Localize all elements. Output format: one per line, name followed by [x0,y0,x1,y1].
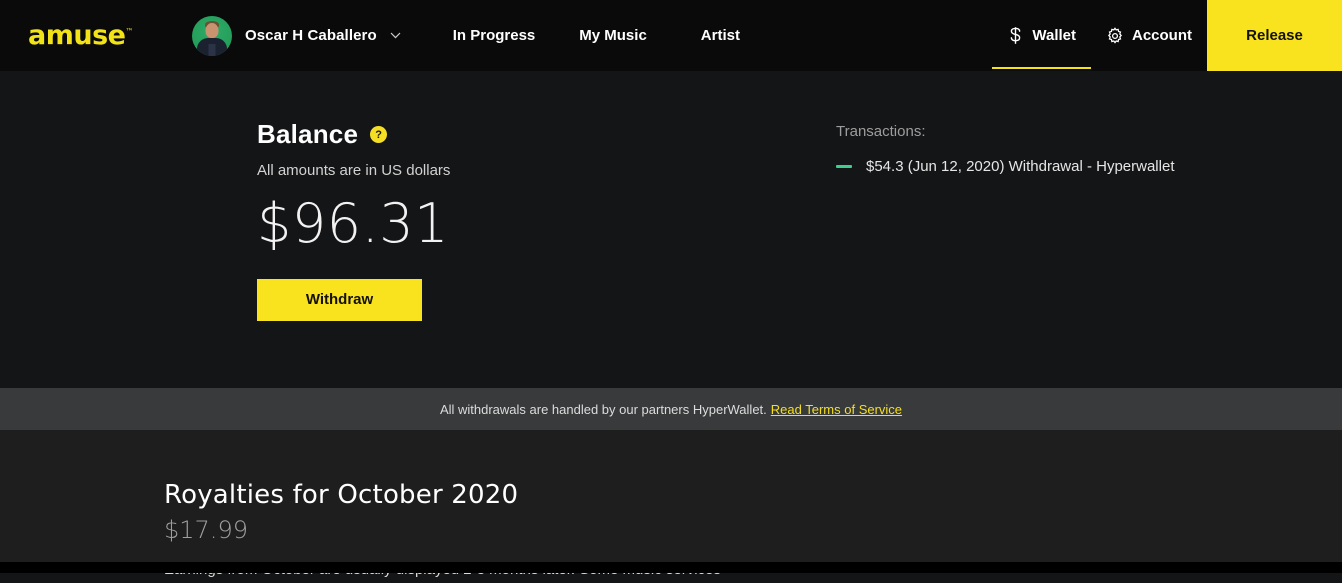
balance-amount: $96.31 [257,192,449,255]
transaction-text: $54.3 (Jun 12, 2020) Withdrawal - Hyperw… [866,158,1175,175]
main-navigation: In Progress My Music Artist [437,27,756,44]
secondary-navigation: Wallet Account Release [992,0,1342,71]
nav-account-label: Account [1132,27,1192,44]
transactions-heading: Transactions: [836,123,926,140]
nav-artist[interactable]: Artist [685,27,756,44]
amuse-logo[interactable]: amuse™ [28,22,133,49]
nav-wallet[interactable]: Wallet [992,0,1091,71]
logo-text: amuse [28,20,126,51]
royalties-amount: $17.99 [164,516,248,544]
royalties-section: Royalties for October 2020 $17.99 Earnin… [0,430,1342,578]
withdraw-button[interactable]: Withdraw [257,278,422,321]
terms-text: All withdrawals are handled by our partn… [439,401,767,417]
terms-banner: All withdrawals are handled by our partn… [0,388,1342,430]
top-navigation-bar: amuse™ Oscar H Caballero In Progress My … [0,0,1342,71]
avatar [191,15,232,56]
balance-section: Balance ? All amounts are in US dollars … [0,71,1342,388]
logo-trademark: ™ [125,27,133,36]
nav-in-progress[interactable]: In Progress [437,27,552,44]
terms-of-service-link[interactable]: Read Terms of Service [771,402,902,417]
nav-account[interactable]: Account [1091,0,1207,71]
user-name-label: Oscar H Caballero [244,27,377,44]
royalties-title: Royalties for October 2020 [164,480,519,510]
balance-heading: Balance [257,119,359,149]
transactions-list: $54.3 (Jun 12, 2020) Withdrawal - Hyperw… [836,158,1174,175]
release-button[interactable]: Release [1207,0,1342,71]
balance-subtitle: All amounts are in US dollars [257,162,451,179]
bottom-bar [0,562,1342,573]
minus-icon [836,165,852,168]
gear-icon [1106,26,1124,45]
chevron-down-icon [390,32,401,39]
user-account-switcher[interactable]: Oscar H Caballero [191,15,401,56]
nav-my-music[interactable]: My Music [563,27,663,44]
transaction-row: $54.3 (Jun 12, 2020) Withdrawal - Hyperw… [836,158,1174,175]
help-icon[interactable]: ? [370,126,388,143]
dollar-icon [1007,26,1024,45]
transactions-panel: Transactions: $54.3 (Jun 12, 2020) Withd… [836,119,1174,321]
nav-wallet-label: Wallet [1032,27,1076,44]
balance-panel: Balance ? All amounts are in US dollars … [257,119,817,321]
